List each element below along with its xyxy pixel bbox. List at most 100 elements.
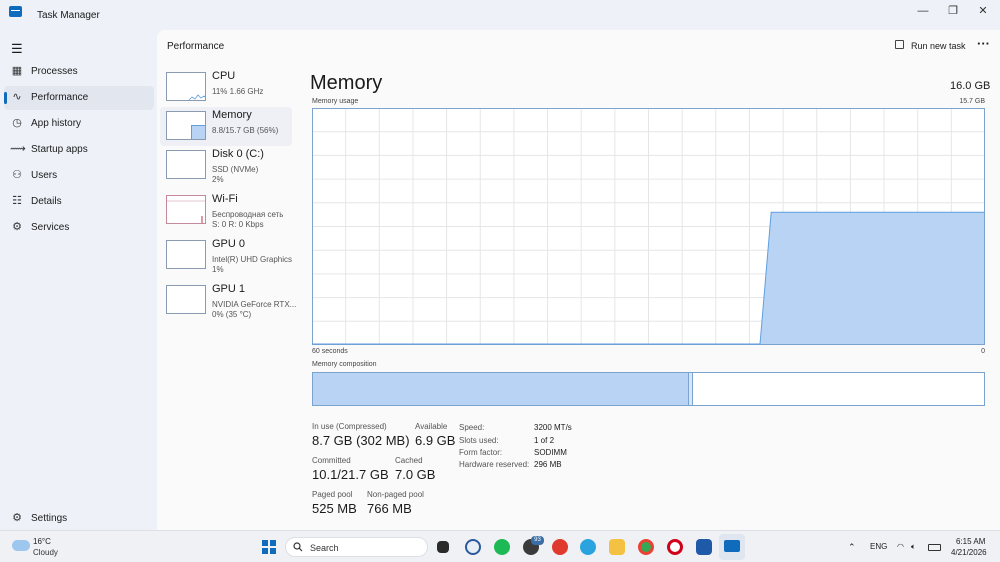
x-axis-left-label: 60 seconds <box>312 348 348 355</box>
composition-modified <box>688 373 693 405</box>
cloud-icon[interactable] <box>12 540 30 551</box>
device-detail: NVIDIA GeForce RTX... <box>212 300 297 309</box>
weather-temperature[interactable]: 16°C <box>33 537 51 546</box>
wifi-icon[interactable]: ◠ <box>897 542 904 551</box>
stat-value: 766 MB <box>367 501 412 516</box>
nav-item-performance[interactable]: ∿ Performance <box>4 86 154 110</box>
spec-label: Hardware reserved: <box>459 460 530 469</box>
cpu-thumbnail <box>166 72 206 101</box>
telegram-icon[interactable] <box>580 539 596 555</box>
nav-label: Processes <box>31 66 78 77</box>
device-detail: 8.8/15.7 GB (56%) <box>212 126 279 135</box>
device-detail: S: 0 R: 0 Kbps <box>212 220 264 229</box>
nav-label: Services <box>31 222 70 233</box>
device-memory[interactable]: Memory 8.8/15.7 GB (56%) <box>160 107 292 146</box>
chevron-up-icon[interactable]: ⌃ <box>848 542 856 553</box>
wifi-thumbnail <box>166 195 206 224</box>
stat-value: 8.7 GB (302 MB) <box>312 433 410 448</box>
nav-item-details[interactable]: ☷ Details <box>4 190 154 214</box>
nav-item-app-history[interactable]: ◷ App history <box>4 112 154 136</box>
chrome-icon[interactable] <box>638 539 654 555</box>
nav-item-services[interactable]: ⚙ Services <box>4 216 154 240</box>
device-detail: 2% <box>212 175 224 184</box>
page-title: Performance <box>167 41 225 52</box>
nav-item-startup-apps[interactable]: ⟿ Startup apps <box>4 138 154 162</box>
stat-label: Cached <box>395 456 423 465</box>
stat-committed: Committed 10.1/21.7 GB <box>312 456 389 482</box>
stat-value: 525 MB <box>312 501 357 516</box>
performance-icon: ∿ <box>12 91 22 103</box>
spotify-icon[interactable] <box>494 539 510 555</box>
spec-label: Slots used: <box>459 436 499 445</box>
opera-icon[interactable] <box>667 539 683 555</box>
stat-label: Non-paged pool <box>367 490 424 499</box>
history-icon: ◷ <box>12 117 22 129</box>
minimize-button[interactable]: — <box>913 4 933 18</box>
device-gpu0[interactable]: GPU 0 Intel(R) UHD Graphics 1% <box>160 236 292 275</box>
device-wifi[interactable]: Wi-Fi Беспроводная сеть S: 0 R: 0 Kbps <box>160 191 292 230</box>
nav-item-settings[interactable]: ⚙ Settings <box>4 507 154 527</box>
device-cpu[interactable]: CPU 11% 1.66 GHz <box>160 68 292 107</box>
stat-in-use: In use (Compressed) 8.7 GB (302 MB) <box>312 422 410 448</box>
stat-label: Paged pool <box>312 490 353 499</box>
memory-usage-label: Memory usage <box>312 98 359 105</box>
task-view-icon[interactable] <box>437 541 449 553</box>
weather-condition[interactable]: Cloudy <box>33 548 58 557</box>
stat-cached: Cached 7.0 GB <box>395 456 435 482</box>
memory-usage-graph <box>312 108 985 345</box>
device-detail: 1% <box>212 265 224 274</box>
memory-thumbnail <box>166 111 206 140</box>
nav-item-processes[interactable]: ▦ Processes <box>4 60 154 84</box>
stat-value: 7.0 GB <box>395 467 436 482</box>
task-manager-icon <box>9 6 22 17</box>
details-icon: ☷ <box>12 195 22 207</box>
clock-time[interactable]: 6:15 AM <box>956 537 985 546</box>
device-name: GPU 1 <box>212 283 246 295</box>
memory-composition-label: Memory composition <box>312 361 377 368</box>
red-app-icon[interactable] <box>552 539 568 555</box>
nav-label: Details <box>31 196 62 207</box>
file-explorer-icon[interactable] <box>609 539 625 555</box>
nav-label: Settings <box>31 513 68 524</box>
taskbar-search[interactable]: Search <box>285 537 428 557</box>
nav-label: App history <box>31 118 82 129</box>
notification-badge: 93 <box>531 536 544 545</box>
device-detail: Intel(R) UHD Graphics <box>212 255 293 264</box>
device-disk[interactable]: Disk 0 (C:) SSD (NVMe) 2% <box>160 146 292 185</box>
eye-app-icon[interactable] <box>465 539 481 555</box>
more-options-icon[interactable]: ··· <box>977 36 990 51</box>
performance-panel: Performance Run new task ··· CPU 11% 1.6… <box>157 30 1000 530</box>
sidebar: ☰ ▦ Processes ∿ Performance ◷ App histor… <box>0 30 157 530</box>
volume-icon[interactable]: 🔈︎ <box>911 542 916 552</box>
device-detail: SSD (NVMe) <box>212 165 259 174</box>
stat-label: Available <box>415 422 448 431</box>
device-name: Memory <box>212 109 252 121</box>
gpu1-thumbnail <box>166 285 206 314</box>
hamburger-menu-icon[interactable]: ☰ <box>11 41 23 57</box>
memory-capacity: 16.0 GB <box>950 80 991 92</box>
close-button[interactable]: ✕ <box>973 4 993 18</box>
memory-title: Memory <box>310 72 383 94</box>
stat-nonpaged-pool: Non-paged pool 766 MB <box>367 490 424 516</box>
language-indicator[interactable]: ENG <box>870 542 887 551</box>
device-gpu1[interactable]: GPU 1 NVIDIA GeForce RTX... 0% (35 °C) <box>160 281 296 320</box>
x-axis-right-label: 0 <box>981 348 985 355</box>
device-detail: 11% 1.66 GHz <box>212 87 264 96</box>
nav-item-users[interactable]: ⚇ Users <box>4 164 154 188</box>
clock-date[interactable]: 4/21/2026 <box>951 548 987 557</box>
spec-value: SODIMM <box>534 448 567 457</box>
device-detail: Беспроводная сеть <box>212 210 284 219</box>
store-app-icon[interactable] <box>696 539 712 555</box>
app-title: Task Manager <box>37 10 100 21</box>
memory-max-label: 15.7 GB <box>959 98 985 105</box>
gpu0-thumbnail <box>166 240 206 269</box>
battery-icon[interactable] <box>928 544 941 551</box>
startup-icon: ⟿ <box>10 143 26 155</box>
device-name: Wi-Fi <box>212 193 238 205</box>
stat-value: 6.9 GB <box>415 433 456 448</box>
taskbar: 16°C Cloudy Search 93 ⌃ ENG ◠ 🔈︎ 6:15 AM… <box>0 530 1000 562</box>
restore-button[interactable]: ❐ <box>943 4 963 18</box>
windows-start-icon[interactable] <box>262 540 276 554</box>
spec-value: 296 MB <box>534 460 562 469</box>
task-manager-taskbar-button[interactable] <box>719 534 745 560</box>
